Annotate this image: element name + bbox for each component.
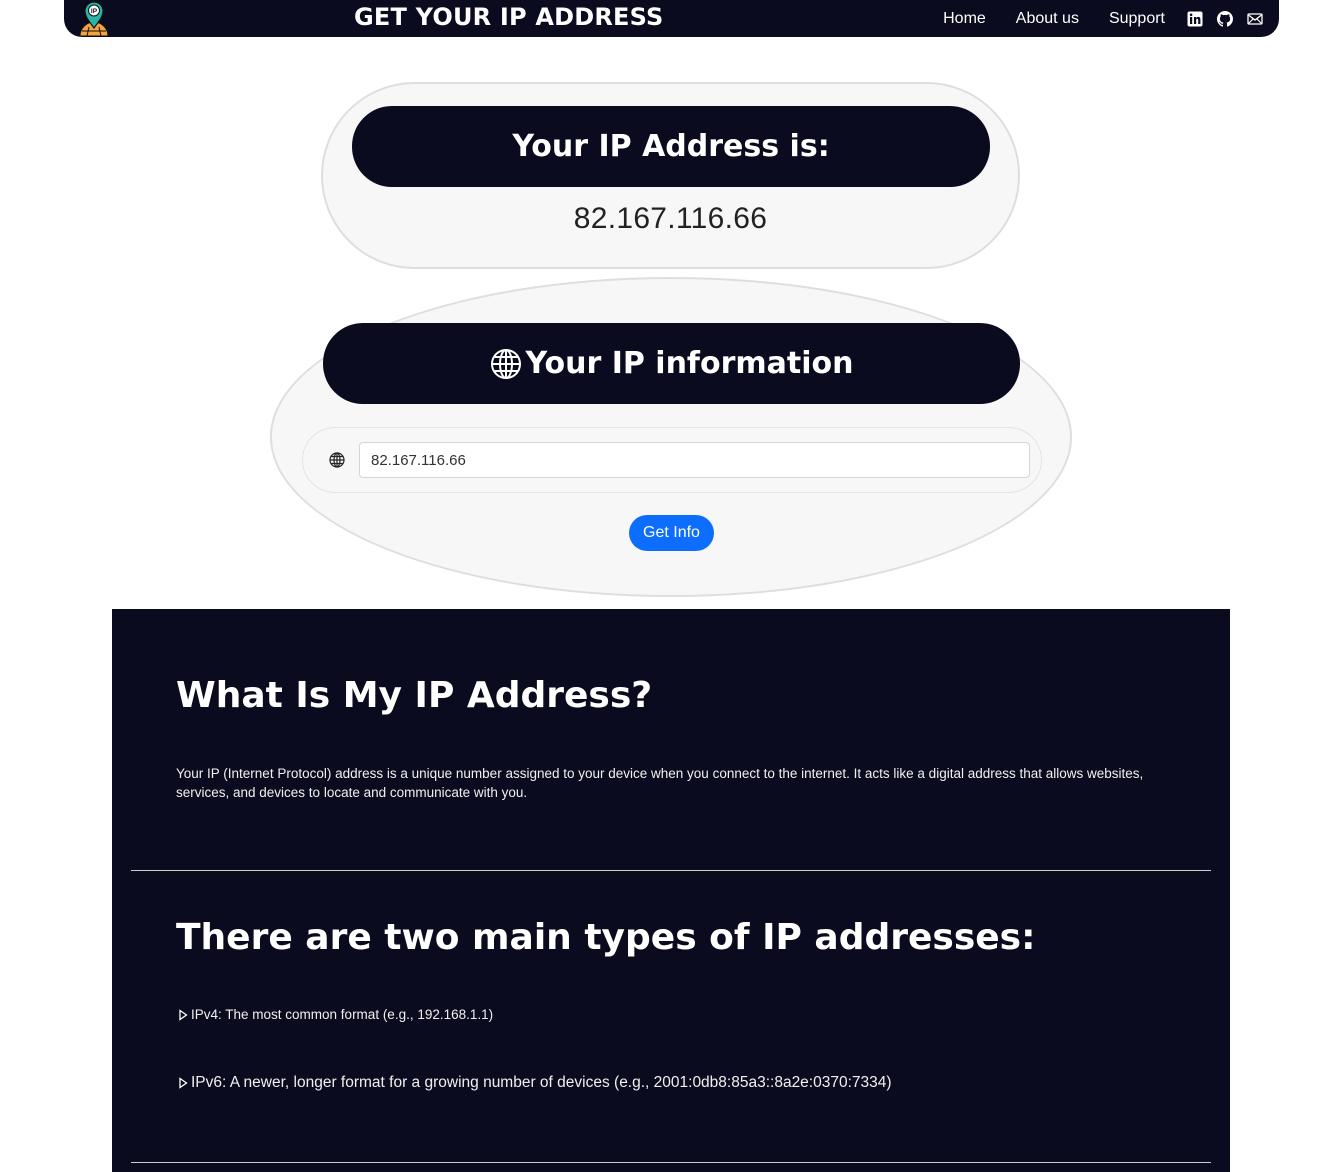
nav-home-link[interactable]: Home <box>943 10 986 28</box>
site-title: GET YOUR IP ADDRESS <box>354 3 664 31</box>
top-navbar: IP GET YOUR IP ADDRESS Home About us Sup… <box>64 0 1279 37</box>
what-is-ip-paragraph: Your IP (Internet Protocol) address is a… <box>176 766 1144 800</box>
get-info-button[interactable]: Get Info <box>629 515 714 551</box>
globe-icon <box>490 348 522 380</box>
ip-input-group <box>302 427 1042 493</box>
ip-type-item: IPv6: A newer, longer format for a growi… <box>178 1074 892 1092</box>
triangle-right-icon <box>179 1077 188 1089</box>
globe-icon <box>329 452 345 468</box>
ip-card-heading: Your IP Address is: <box>352 106 990 187</box>
ip-info-heading: Your IP information <box>323 323 1020 404</box>
what-is-ip-heading: What Is My IP Address? <box>176 675 653 716</box>
triangle-right-icon <box>179 1008 188 1021</box>
section-divider <box>131 1162 1211 1163</box>
ip-address-input[interactable] <box>359 442 1030 478</box>
github-icon[interactable] <box>1217 10 1233 27</box>
mail-icon[interactable] <box>1247 11 1263 27</box>
ip-info-heading-text: Your IP information <box>525 346 854 381</box>
nav-support-link[interactable]: Support <box>1109 10 1165 28</box>
ip-type-item: IPv4: The most common format (e.g., 192.… <box>178 1007 493 1022</box>
ip-type-text: IPv6: A newer, longer format for a growi… <box>191 1074 892 1091</box>
svg-text:IP: IP <box>91 8 98 15</box>
section-divider <box>131 870 1211 871</box>
nav-links: Home About us Support <box>943 0 1263 37</box>
about-ip-section: What Is My IP Address? Your IP (Internet… <box>112 609 1230 1172</box>
ip-type-text: IPv4: The most common format (e.g., 192.… <box>191 1007 494 1022</box>
nav-about-link[interactable]: About us <box>1016 10 1079 28</box>
ip-address-card: Your IP Address is: 82.167.116.66 <box>321 82 1020 269</box>
ip-info-card: Your IP information Get Info <box>270 277 1072 597</box>
ip-location-globe-icon[interactable]: IP <box>78 0 110 37</box>
linkedin-icon[interactable] <box>1187 11 1203 27</box>
ip-address-value: 82.167.116.66 <box>573 202 768 235</box>
ip-types-heading: There are two main types of IP addresses… <box>176 917 1036 958</box>
